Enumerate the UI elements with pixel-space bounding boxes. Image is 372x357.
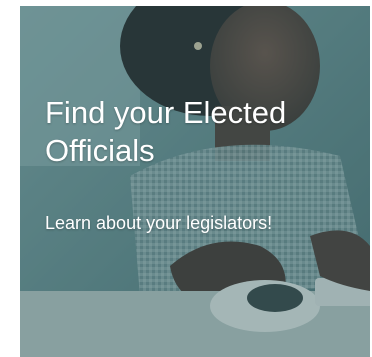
elected-officials-card[interactable]: Find your Elected Officials Learn about … [20,6,370,357]
card-subtitle: Learn about your legislators! [45,213,273,233]
photo-tint-overlay [20,6,370,357]
card-title: Find your Elected Officials [45,95,287,168]
